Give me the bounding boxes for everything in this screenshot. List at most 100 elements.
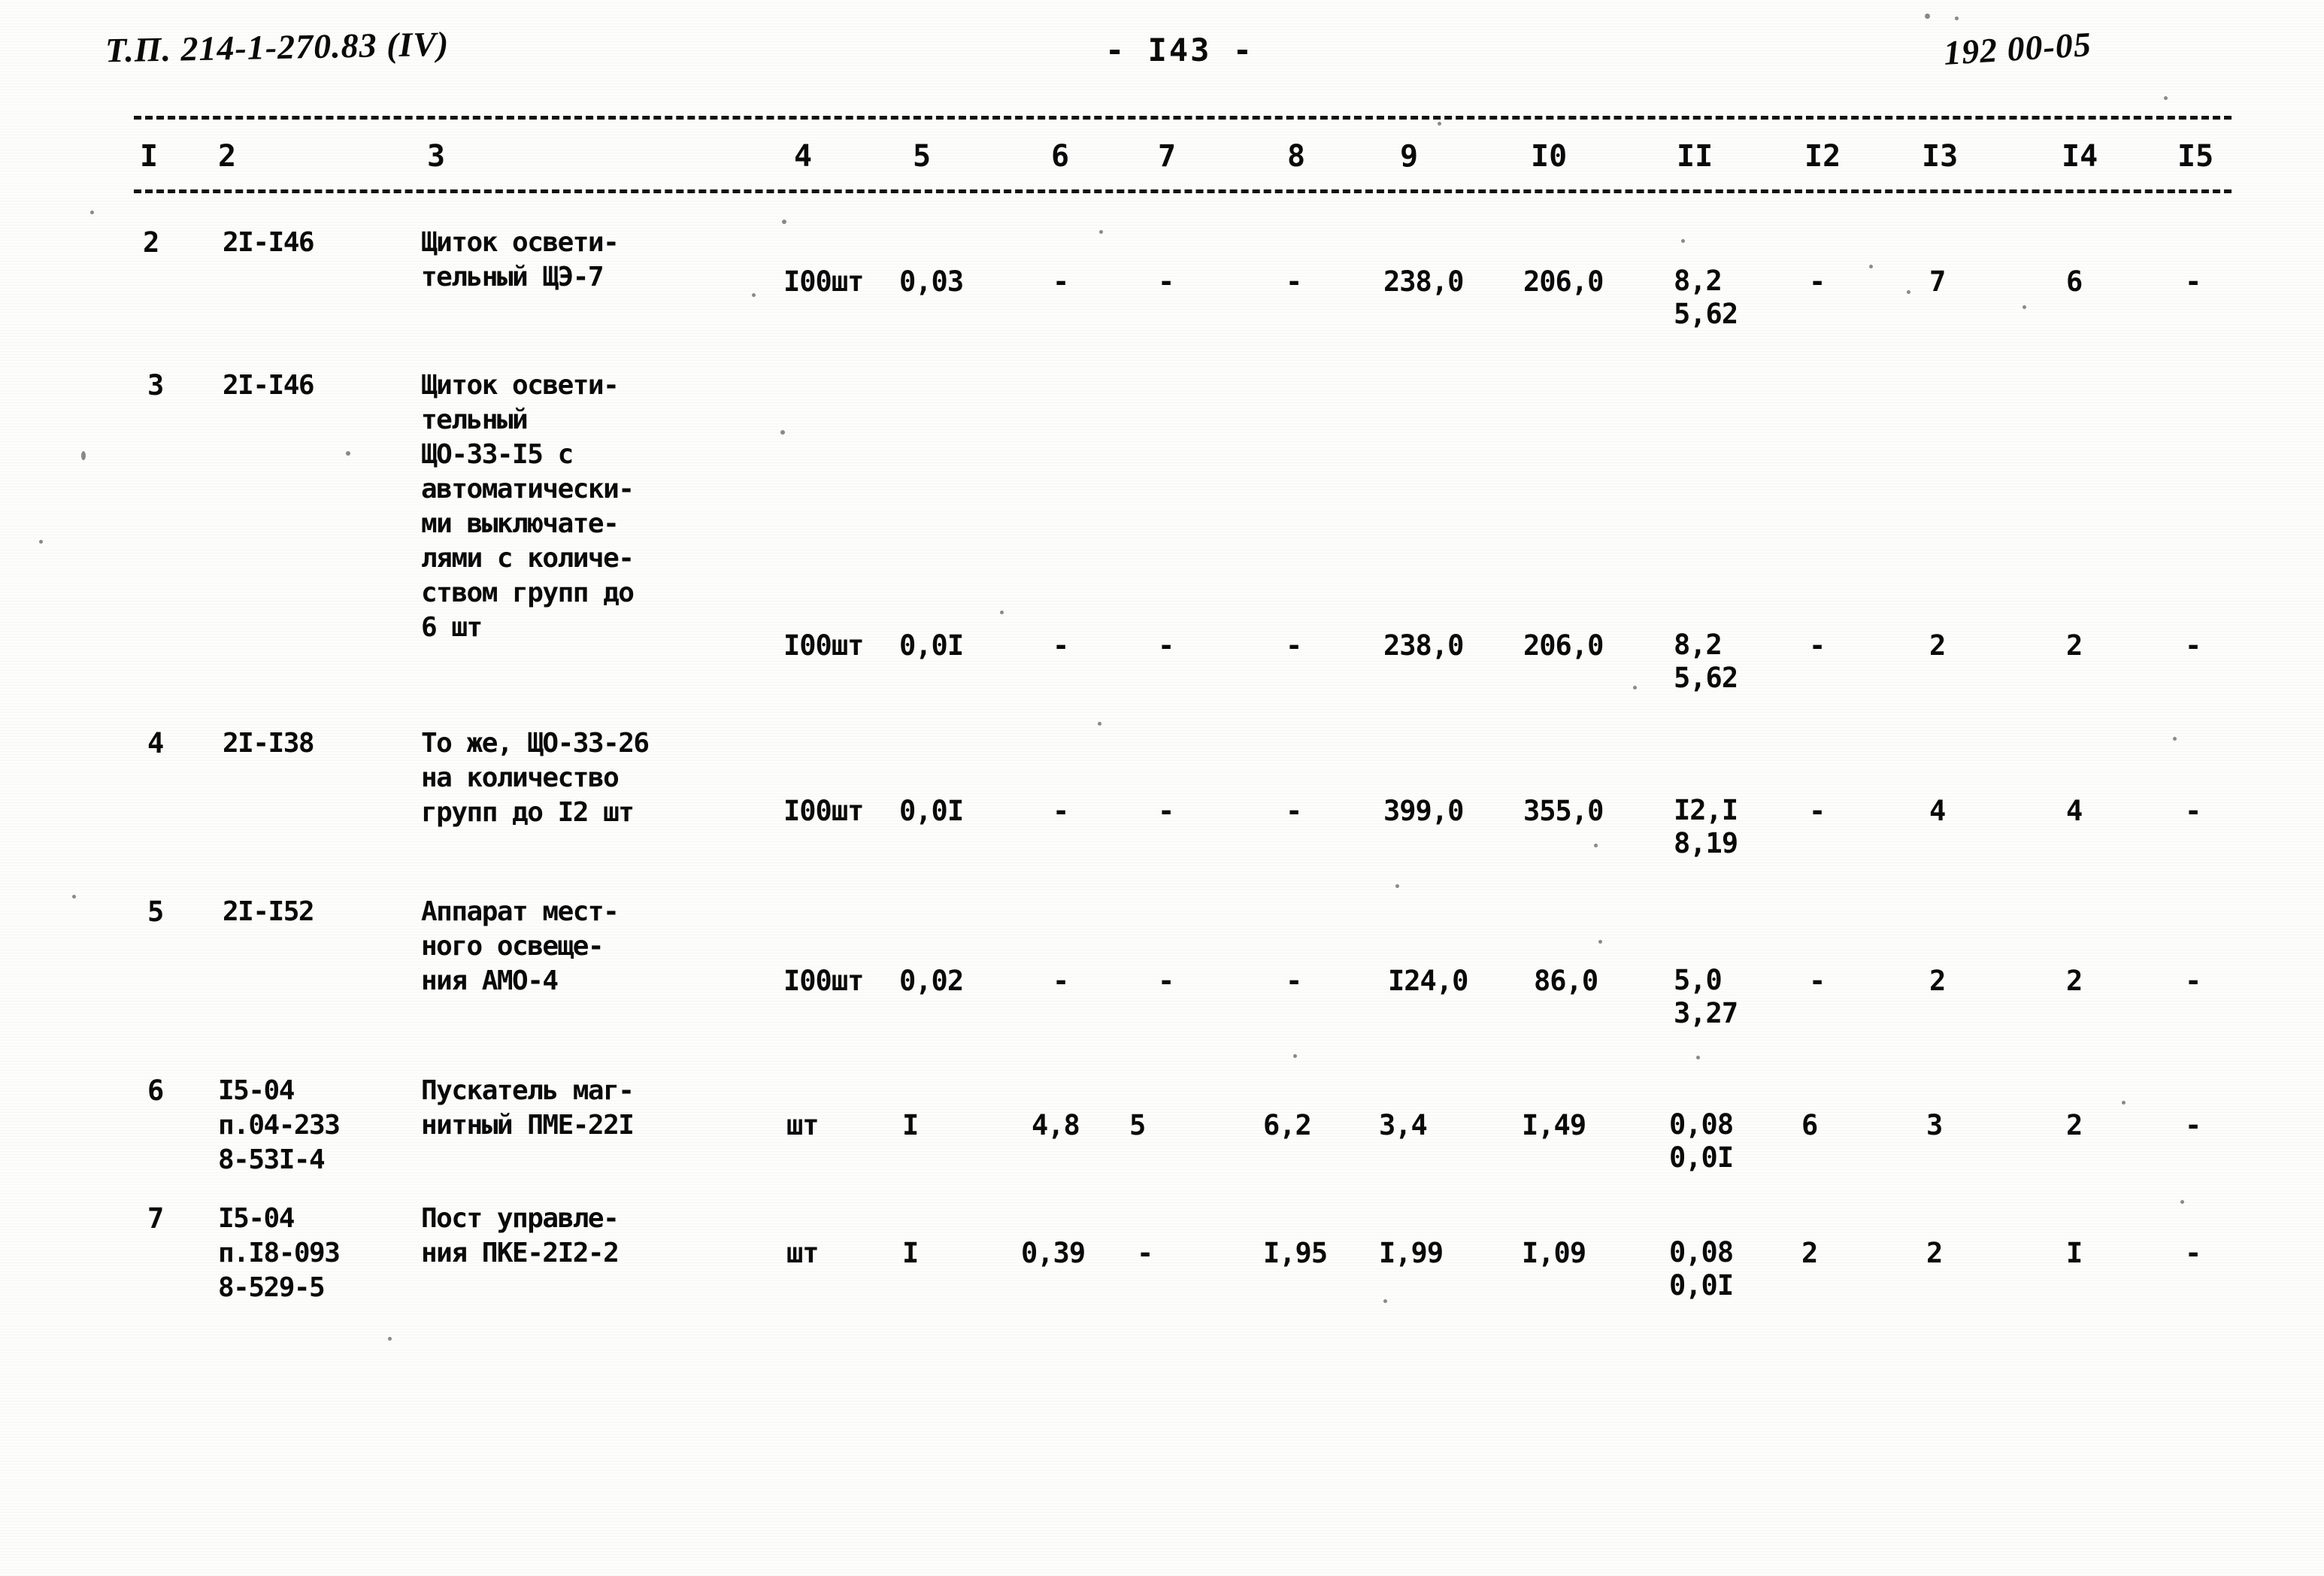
table-row: - — [2185, 965, 2201, 997]
scan-speck — [1594, 844, 1598, 847]
table-row: 5 — [147, 896, 164, 928]
scan-speck — [2122, 1101, 2126, 1105]
table-row: - — [1809, 795, 1826, 827]
document-code: Т.П. 214-1-270.83 (IV) — [105, 24, 450, 70]
table-row: 355,0 — [1523, 795, 1604, 827]
scan-speck — [346, 451, 350, 456]
scan-speck — [1907, 290, 1910, 294]
table-row: - — [1286, 629, 1302, 662]
table-row: 8,2 — [1674, 629, 1723, 661]
table-row: 5,0 — [1674, 964, 1723, 996]
table-row: I,99 — [1379, 1237, 1444, 1269]
table-row: I,49 — [1522, 1109, 1586, 1141]
table-row: - — [2185, 1109, 2201, 1141]
table-row: 238,0 — [1383, 629, 1464, 662]
table-row: Щиток освети- тельный ЩО-33-I5 с автомат… — [421, 370, 635, 643]
table-row: Щиток освети- тельный ЩЭ-7 — [421, 227, 620, 292]
column-header-8: 8 — [1287, 139, 1306, 174]
table-row: 2 — [1801, 1237, 1818, 1269]
table-row: То же, ЩО-33-26 на количество групп до I… — [421, 728, 650, 828]
scan-speck — [1293, 1054, 1297, 1058]
table-row: - — [2185, 795, 2201, 827]
table-row: - — [1286, 965, 1302, 997]
table-row: 8,2 — [1674, 265, 1723, 297]
table-row: 3,4 — [1379, 1109, 1428, 1141]
document-page: Т.П. 214-1-270.83 (IV) - I43 - 192 00-05… — [0, 0, 2324, 1576]
table-row: 4,8 — [1032, 1109, 1080, 1141]
table-row: 2 — [1926, 1237, 1943, 1269]
column-header-3: 3 — [427, 139, 446, 174]
column-header-5: 5 — [913, 139, 932, 174]
table-row: I — [902, 1237, 919, 1269]
scan-speck — [2023, 305, 2026, 309]
table-row: - — [1158, 629, 1174, 662]
table-row: 0,0I — [1669, 1269, 1734, 1302]
table-row: 2 — [2066, 629, 2083, 662]
table-row: 0,08 — [1669, 1108, 1734, 1141]
table-row: 206,0 — [1523, 629, 1604, 662]
table-row: Пост управле- ния ПКЕ-2I2-2 — [421, 1203, 620, 1268]
table-row: - — [2185, 1237, 2201, 1269]
table-row: 2 — [1929, 629, 1946, 662]
scan-speck — [1098, 722, 1101, 726]
table-row: 238,0 — [1383, 265, 1464, 298]
table-row: I00шт — [783, 965, 864, 997]
table-row: 7 — [1929, 265, 1946, 298]
scan-speck — [752, 293, 756, 297]
table-row: - — [1053, 629, 1069, 662]
table-row: - — [1286, 265, 1302, 298]
table-row: 6,2 — [1263, 1109, 1312, 1141]
table-row: шт — [786, 1109, 820, 1141]
table-row: 206,0 — [1523, 265, 1604, 298]
page-number: - I43 - — [1105, 32, 1255, 68]
table-row: 3 — [1926, 1109, 1943, 1141]
column-header-10: I0 — [1531, 139, 1568, 174]
column-header-11: II — [1677, 139, 1713, 174]
table-row: - — [1137, 1237, 1153, 1269]
table-row: I,09 — [1522, 1237, 1586, 1269]
table-row: - — [1158, 965, 1174, 997]
table-header-rule — [134, 189, 2232, 193]
scan-speck — [1955, 17, 1959, 20]
table-row: - — [1809, 629, 1826, 662]
table-row: 6 — [147, 1074, 164, 1107]
scan-speck — [388, 1337, 392, 1341]
scan-speck — [1395, 884, 1399, 888]
scan-speck — [1633, 686, 1637, 690]
table-row: - — [1809, 265, 1826, 298]
table-row: - — [1158, 795, 1174, 827]
column-header-2: 2 — [218, 139, 237, 174]
table-row: 4 — [147, 727, 164, 759]
table-row: 2 — [2066, 1109, 2083, 1141]
column-header-1: I — [140, 139, 159, 174]
table-row: I5-04 п.I8-093 8-529-5 — [218, 1203, 341, 1303]
table-row: 2I-I52 — [223, 896, 315, 927]
table-row: - — [2185, 265, 2201, 298]
scan-speck — [2173, 737, 2177, 741]
scan-grain-overlay — [0, 0, 2324, 1576]
table-row: I,95 — [1263, 1237, 1328, 1269]
table-row: 0,0I — [1669, 1141, 1734, 1174]
table-row: 0,02 — [899, 965, 964, 997]
scan-speck — [2180, 1200, 2184, 1204]
column-header-6: 6 — [1051, 139, 1070, 174]
table-row: Пускатель маг- нитный ПМЕ-22I — [421, 1075, 635, 1141]
table-row: 5,62 — [1674, 298, 1738, 330]
scan-speck — [1696, 1056, 1700, 1059]
scan-speck — [780, 430, 785, 435]
scan-speck — [81, 451, 86, 460]
table-row: 0,0I — [899, 629, 964, 662]
table-row: 4 — [1929, 795, 1946, 827]
table-row: 3 — [147, 369, 164, 402]
table-row: - — [2185, 629, 2201, 662]
table-row: 2 — [143, 226, 159, 259]
table-row: Аппарат мест- ного освеще- ния АМО-4 — [421, 896, 620, 996]
column-header-12: I2 — [1804, 139, 1841, 174]
table-row: I00шт — [783, 265, 864, 298]
table-row: 0,0I — [899, 795, 964, 827]
table-row: 86,0 — [1534, 965, 1598, 997]
table-row: 2 — [1929, 965, 1946, 997]
table-row: 2I-I46 — [223, 370, 315, 401]
scan-speck — [2164, 96, 2168, 100]
table-row: 2 — [2066, 965, 2083, 997]
